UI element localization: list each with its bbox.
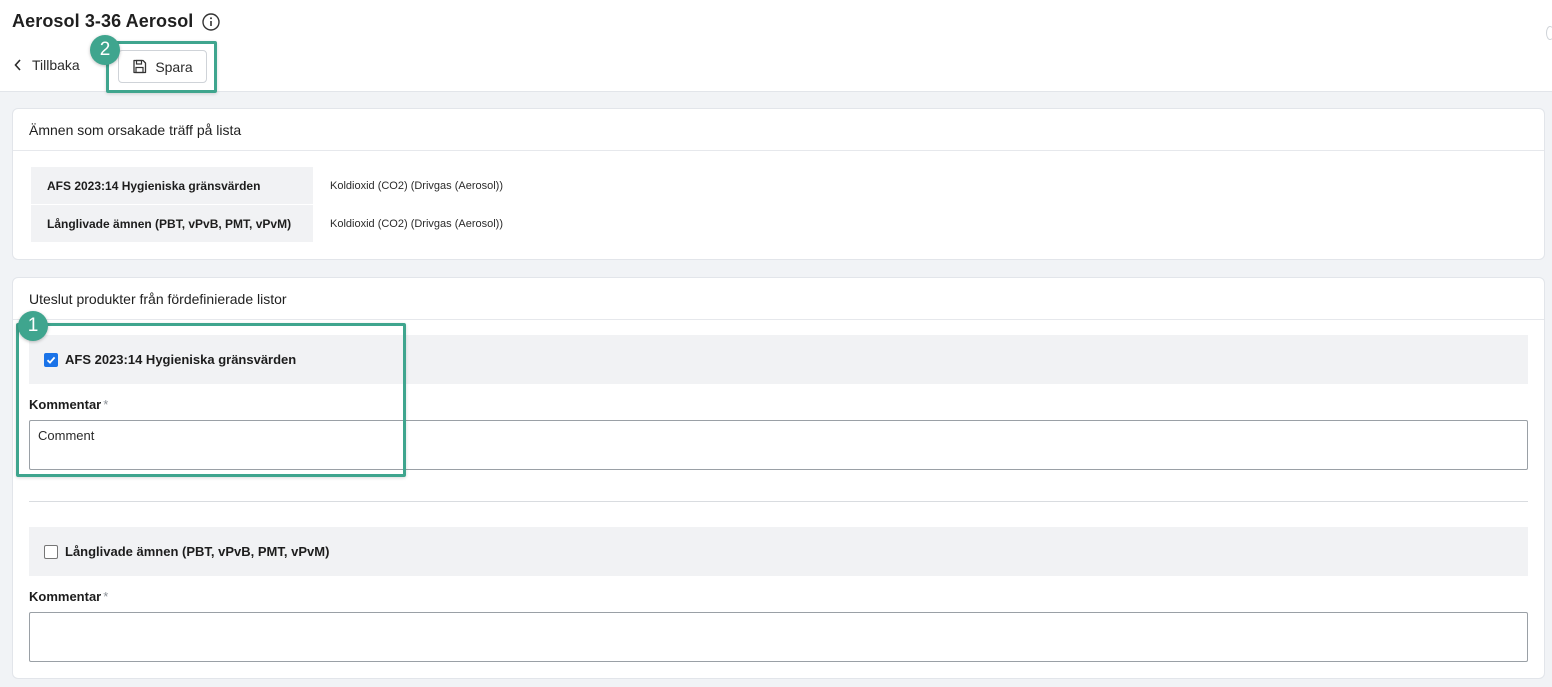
comment-label: Kommentar *: [29, 397, 1528, 412]
hit-substance: Koldioxid (CO2) (Drivgas (Aerosol)): [330, 179, 503, 192]
check-icon: [46, 356, 56, 364]
edge-icon: [1546, 26, 1552, 40]
callout-badge-2: 2: [90, 35, 120, 65]
longlived-comment-field[interactable]: [29, 612, 1528, 662]
divider: [29, 501, 1528, 502]
table-row: AFS 2023:14 Hygieniska gränsvärden Koldi…: [31, 167, 503, 204]
hit-list-name: AFS 2023:14 Hygieniska gränsvärden: [31, 167, 313, 204]
callout-badge-1: 1: [18, 311, 48, 341]
comment-label-text: Kommentar: [29, 397, 102, 412]
list-option: AFS 2023:14 Hygieniska gränsvärden: [29, 335, 1528, 384]
card-title: Ämnen som orsakade träff på lista: [13, 109, 1544, 151]
exclude-list-longlived: Långlivade ämnen (PBT, vPvB, PMT, vPvM) …: [29, 527, 1528, 662]
exclude-list-afs: AFS 2023:14 Hygieniska gränsvärden Komme…: [29, 335, 1528, 470]
comment-label: Kommentar *: [29, 589, 1528, 604]
info-icon[interactable]: [201, 12, 221, 32]
required-mark: *: [103, 397, 109, 412]
hit-substance: Koldioxid (CO2) (Drivgas (Aerosol)): [330, 217, 503, 230]
afs-checkbox[interactable]: [44, 352, 58, 367]
page-header: Aerosol 3-36 Aerosol Tillbaka Spara: [0, 0, 1552, 92]
back-label: Tillbaka: [32, 57, 80, 73]
afs-checkbox-label: AFS 2023:14 Hygieniska gränsvärden: [65, 352, 297, 367]
hit-list-name: Långlivade ämnen (PBT, vPvB, PMT, vPvM): [31, 205, 313, 242]
comment-label-text: Kommentar: [29, 589, 102, 604]
list-option: Långlivade ämnen (PBT, vPvB, PMT, vPvM): [29, 527, 1528, 576]
table-row: Långlivade ämnen (PBT, vPvB, PMT, vPvM) …: [31, 205, 503, 242]
afs-comment-field[interactable]: Comment: [29, 420, 1528, 470]
back-link[interactable]: Tillbaka: [14, 57, 80, 73]
save-button[interactable]: Spara: [118, 50, 207, 83]
floppy-disk-icon: [133, 59, 147, 74]
page-title: Aerosol 3-36 Aerosol: [12, 11, 194, 31]
save-label: Spara: [155, 58, 193, 75]
card-title: Uteslut produkter från fördefinierade li…: [13, 278, 1544, 320]
longlived-checkbox[interactable]: [44, 544, 58, 559]
exclude-lists-card: Uteslut produkter från fördefinierade li…: [12, 277, 1545, 679]
list-hits-card: Ämnen som orsakade träff på lista AFS 20…: [12, 108, 1545, 260]
title-row: Aerosol 3-36 Aerosol: [12, 11, 221, 32]
chevron-left-icon: [14, 59, 21, 71]
required-mark: *: [103, 589, 109, 604]
longlived-checkbox-label: Långlivade ämnen (PBT, vPvB, PMT, vPvM): [65, 544, 330, 559]
hits-table: AFS 2023:14 Hygieniska gränsvärden Koldi…: [31, 167, 503, 243]
